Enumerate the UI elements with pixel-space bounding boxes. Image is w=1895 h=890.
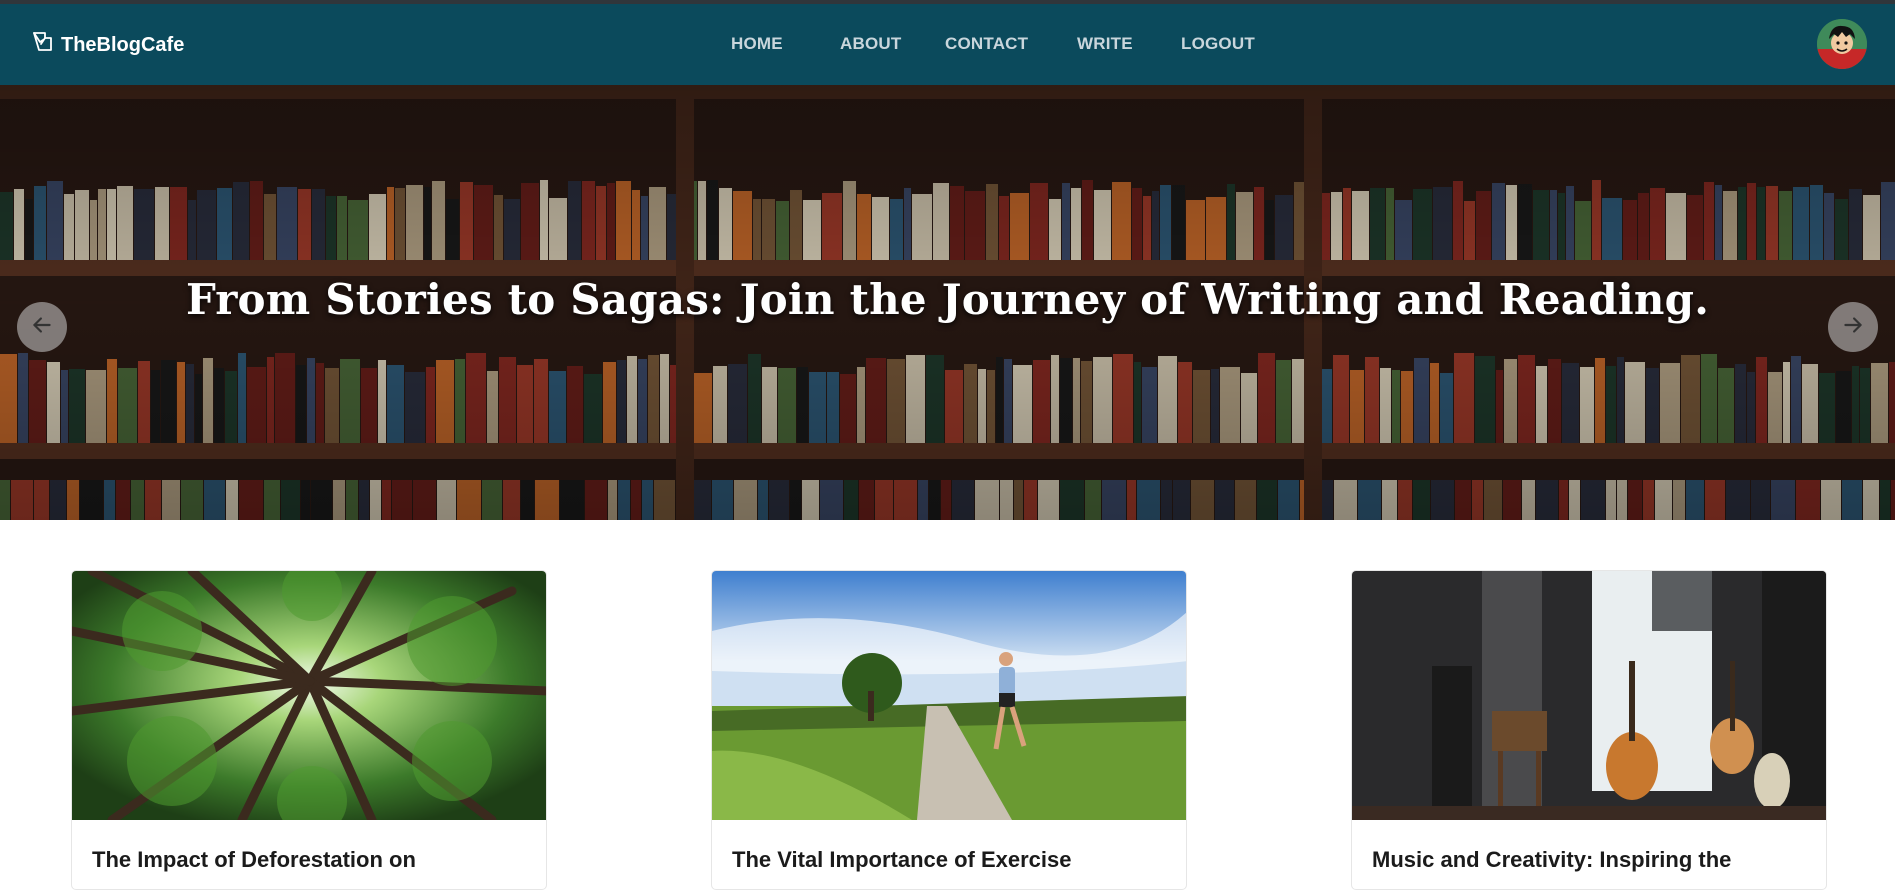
post-title[interactable]: The Impact of Deforestation on — [92, 847, 532, 873]
nav-about[interactable]: ABOUT — [840, 34, 901, 54]
post-image-forest[interactable] — [72, 571, 546, 820]
nav-logout[interactable]: LOGOUT — [1181, 34, 1255, 54]
nav-contact[interactable]: CONTACT — [945, 34, 1028, 54]
user-avatar[interactable] — [1817, 19, 1867, 69]
main-nav: HOME ABOUT CONTACT WRITE LOGOUT — [0, 4, 1895, 85]
arrow-left-icon — [29, 312, 55, 343]
hero-title: From Stories to Sagas: Join the Journey … — [185, 275, 1710, 324]
hero-carousel: From Stories to Sagas: Join the Journey … — [0, 85, 1895, 520]
post-title[interactable]: Music and Creativity: Inspiring the — [1372, 847, 1812, 873]
nav-home[interactable]: HOME — [731, 34, 783, 54]
post-card[interactable]: The Vital Importance of Exercise — [711, 570, 1187, 890]
post-image-music-room[interactable] — [1352, 571, 1826, 820]
carousel-prev-button[interactable] — [17, 302, 67, 352]
post-card[interactable]: The Impact of Deforestation on — [71, 570, 547, 890]
post-image-runner[interactable] — [712, 571, 1186, 820]
post-card[interactable]: Music and Creativity: Inspiring the — [1351, 570, 1827, 890]
carousel-next-button[interactable] — [1828, 302, 1878, 352]
post-title[interactable]: The Vital Importance of Exercise — [732, 847, 1172, 873]
navbar: TheBlogCafe HOME ABOUT CONTACT WRITE LOG… — [0, 4, 1895, 85]
nav-write[interactable]: WRITE — [1077, 34, 1133, 54]
arrow-right-icon — [1840, 312, 1866, 343]
